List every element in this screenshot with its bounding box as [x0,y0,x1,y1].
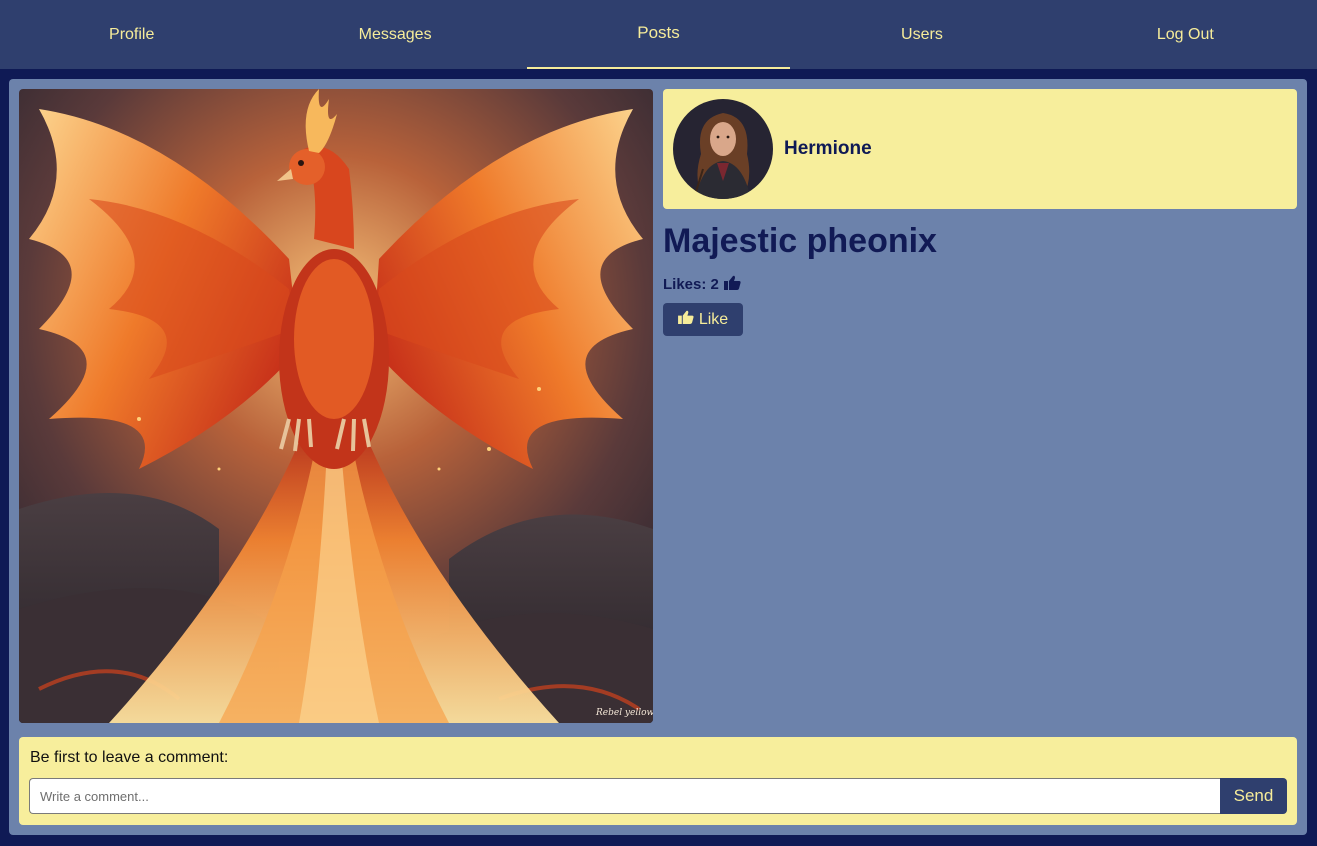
comments-prompt: Be first to leave a comment: [30,749,229,766]
author-card: Hermione [663,89,1297,209]
nav-logout[interactable]: Log Out [1054,0,1317,69]
nav-profile[interactable]: Profile [0,0,263,69]
author-name[interactable]: Hermione [784,138,872,160]
avatar[interactable] [673,99,773,199]
nav-profile-label: Profile [109,25,155,43]
like-button-label: Like [698,310,729,328]
post-title: Majestic pheonix [663,222,937,260]
nav-users[interactable]: Users [790,0,1053,69]
thumbs-up-icon [723,275,741,294]
nav-logout-label: Log Out [1156,25,1214,43]
comment-input[interactable] [29,778,1221,814]
nav-users-label: Users [901,25,943,43]
likes-summary: Likes: 2 [663,275,741,294]
likes-count: 2 [710,276,719,293]
nav-messages[interactable]: Messages [263,0,526,69]
image-signature: Rebel yellow [595,708,653,718]
nav-posts-label: Posts [637,22,680,42]
post-image: Rebel yellow [19,89,653,723]
post-card: Rebel yellow Hermione Majestic pheonix L… [9,79,1307,835]
likes-label: Likes: 2 [663,276,719,293]
main-navbar: Profile Messages Posts Users Log Out [0,0,1317,69]
thumbs-up-icon [677,310,694,329]
nav-messages-label: Messages [358,25,432,43]
send-button[interactable]: Send [1220,778,1287,814]
comments-section: Be first to leave a comment: Send [19,737,1297,825]
likes-label-text: Likes: [663,276,707,293]
nav-posts[interactable]: Posts [526,0,791,69]
like-button[interactable]: Like [663,303,743,336]
